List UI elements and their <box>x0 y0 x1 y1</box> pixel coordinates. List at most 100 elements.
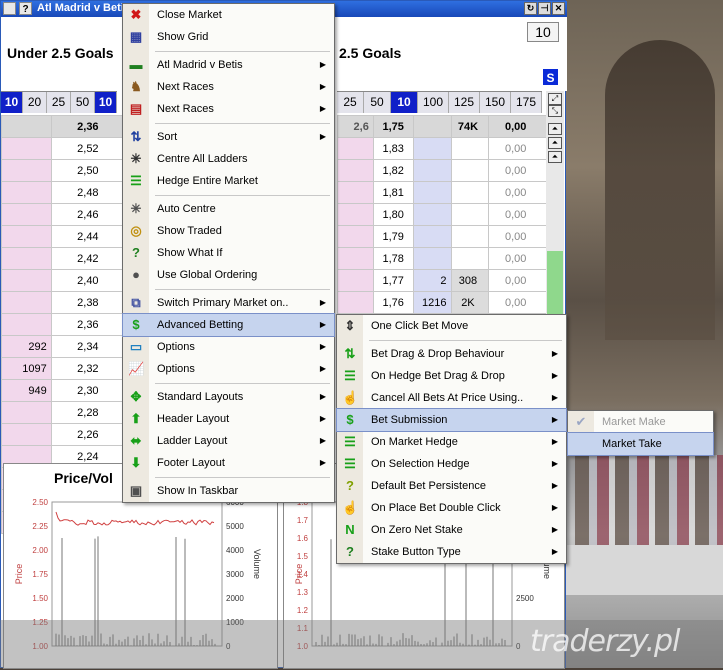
menu-item-advanced-betting[interactable]: $ Advanced Betting ▶ <box>122 313 335 337</box>
menu-item-default-bet-persistence[interactable]: ? Default Bet Persistence ▶ <box>337 475 566 497</box>
menu-item-footer-layout[interactable]: ⬇ Footer Layout ▶ <box>123 452 334 474</box>
lay-cell[interactable]: 1216 <box>412 291 452 314</box>
stake-button[interactable]: 100 <box>418 92 449 113</box>
stake-button[interactable]: 25 <box>337 92 364 113</box>
menu-item-next-races[interactable]: ♞ Next Races ▶ <box>123 76 334 98</box>
stake-button[interactable]: 50 <box>364 92 391 113</box>
lay-cell[interactable] <box>412 115 452 138</box>
quantity-box[interactable]: 10 <box>527 22 559 42</box>
back-cell[interactable] <box>1 401 52 424</box>
menu-item-label: Centre All Ladders <box>157 153 248 165</box>
back-cell[interactable] <box>1 247 52 270</box>
menu-item-next-races[interactable]: ▤ Next Races ▶ <box>123 98 334 120</box>
menu-item-cancel-all-bets-at-price-using[interactable]: ☝ Cancel All Bets At Price Using.. ▶ <box>337 387 566 409</box>
lay-cell[interactable] <box>412 159 452 182</box>
odds-cell: 2,48 <box>50 181 126 204</box>
back-cell[interactable] <box>1 159 52 182</box>
back-cell[interactable]: 1097 <box>1 357 52 380</box>
stake-button[interactable]: 10 <box>95 92 117 113</box>
ladder-row: 1,81 0,00 <box>337 181 547 204</box>
back-cell[interactable] <box>337 291 374 314</box>
scroll-up-icon[interactable]: ⏶ <box>548 137 562 149</box>
refresh-icon[interactable]: ↻ <box>524 2 537 15</box>
menu-item-on-zero-net-stake[interactable]: N On Zero Net Stake ▶ <box>337 519 566 541</box>
stake-button[interactable]: 50 <box>71 92 95 113</box>
menu-item-on-hedge-bet-drag-drop[interactable]: ☰ On Hedge Bet Drag & Drop ▶ <box>337 365 566 387</box>
back-cell[interactable] <box>1 181 52 204</box>
menu-item-market-make[interactable]: ✔ Market Make <box>568 411 713 433</box>
photo-people <box>575 455 723 545</box>
menu-item-show-what-if[interactable]: ? Show What If <box>123 242 334 264</box>
menu-item-stake-button-type[interactable]: ? Stake Button Type ▶ <box>337 541 566 563</box>
menu-item-bet-submission[interactable]: $ Bet Submission ▶ <box>336 408 567 432</box>
back-cell[interactable] <box>337 137 374 160</box>
back-cell[interactable] <box>337 225 374 248</box>
menu-item-auto-centre[interactable]: ✳ Auto Centre <box>123 198 334 220</box>
menu-item-show-grid[interactable]: ▦ Show Grid <box>123 26 334 48</box>
stake-button[interactable]: 125 <box>449 92 480 113</box>
back-cell[interactable] <box>1 115 52 138</box>
help-icon[interactable]: ? <box>19 2 32 15</box>
menu-item-sort[interactable]: ⇅ Sort ▶ <box>123 126 334 148</box>
back-cell[interactable] <box>1 313 52 336</box>
menu-item-label: Options <box>157 341 195 353</box>
background-photo <box>565 0 723 668</box>
lay-cell[interactable] <box>412 181 452 204</box>
menu-item-ladder-layout[interactable]: ⬌ Ladder Layout ▶ <box>123 430 334 452</box>
horse-icon: ♞ <box>130 79 142 94</box>
stake-button[interactable]: 20 <box>23 92 47 113</box>
menu-item-bet-drag-drop-behaviour[interactable]: ⇅ Bet Drag & Drop Behaviour ▶ <box>337 343 566 365</box>
menu-item-hedge-entire-market[interactable]: ☰ Hedge Entire Market <box>123 170 334 192</box>
menu-item-on-selection-hedge[interactable]: ☰ On Selection Hedge ▶ <box>337 453 566 475</box>
menu-item-show-traded[interactable]: ◎ Show Traded <box>123 220 334 242</box>
lay-cell[interactable]: 2 <box>412 269 452 292</box>
menu-item-on-place-bet-double-click[interactable]: ☝ On Place Bet Double Click ▶ <box>337 497 566 519</box>
back-cell[interactable] <box>337 247 374 270</box>
menu-item-switch-primary-market-on[interactable]: ⧉ Switch Primary Market on.. ▶ <box>123 292 334 314</box>
arrow-down-icon: ⬇ <box>130 455 142 470</box>
stake-buttons-left: 10 20 25 50 10 <box>1 91 117 113</box>
menu-item-show-in-taskbar[interactable]: ▣ Show In Taskbar <box>123 480 334 502</box>
back-cell[interactable] <box>1 423 52 446</box>
stake-button[interactable]: 10 <box>1 92 23 113</box>
stake-s-button[interactable]: S <box>542 68 559 86</box>
menu-item-close-market[interactable]: ✖ Close Market <box>123 4 334 26</box>
lay-cell[interactable] <box>412 225 452 248</box>
back-cell[interactable] <box>337 159 374 182</box>
stake-button[interactable]: 25 <box>47 92 71 113</box>
back-cell[interactable] <box>1 269 52 292</box>
menu-item-standard-layouts[interactable]: ✥ Standard Layouts ▶ <box>123 386 334 408</box>
scroll-up-fast-icon[interactable]: ⏶ <box>548 151 562 163</box>
stake-button[interactable]: 150 <box>480 92 511 113</box>
back-cell[interactable] <box>1 291 52 314</box>
back-cell[interactable]: 949 <box>1 379 52 402</box>
back-cell[interactable] <box>1 203 52 226</box>
menu-item-options[interactable]: 📈 Options ▶ <box>123 358 334 380</box>
back-cell[interactable] <box>337 269 374 292</box>
menu-item-one-click-bet-move[interactable]: ⇕ One Click Bet Move <box>337 315 566 337</box>
stake-button[interactable]: 175 <box>511 92 542 113</box>
collapse-icon[interactable]: ⤡ <box>548 105 562 117</box>
pin-icon[interactable]: ⊣ <box>538 2 551 15</box>
menu-item-market-take[interactable]: Market Take <box>567 432 714 456</box>
app-icon[interactable] <box>3 2 16 15</box>
menu-item-use-global-ordering[interactable]: ● Use Global Ordering <box>123 264 334 286</box>
back-cell[interactable] <box>337 181 374 204</box>
back-cell[interactable] <box>1 137 52 160</box>
menu-item-atl-madrid-v-betis[interactable]: ▬ Atl Madrid v Betis ▶ <box>123 54 334 76</box>
lay-cell[interactable] <box>412 203 452 226</box>
scroll-top-icon[interactable]: ⏶ <box>548 123 562 135</box>
close-icon[interactable]: ✕ <box>552 2 565 15</box>
back-cell[interactable]: 292 <box>1 335 52 358</box>
menu-item-on-market-hedge[interactable]: ☰ On Market Hedge ▶ <box>337 431 566 453</box>
back-cell[interactable] <box>337 203 374 226</box>
menu-item-options[interactable]: ▭ Options ▶ <box>123 336 334 358</box>
menu-item-header-layout[interactable]: ⬆ Header Layout ▶ <box>123 408 334 430</box>
lay-cell[interactable] <box>412 137 452 160</box>
menu-item-centre-all-ladders[interactable]: ✳ Centre All Ladders <box>123 148 334 170</box>
back-cell[interactable] <box>1 225 52 248</box>
lay-cell[interactable] <box>412 247 452 270</box>
n-icon: N <box>345 522 355 537</box>
expand-icon[interactable]: ⤢ <box>548 93 562 105</box>
stake-button[interactable]: 10 <box>391 92 418 113</box>
